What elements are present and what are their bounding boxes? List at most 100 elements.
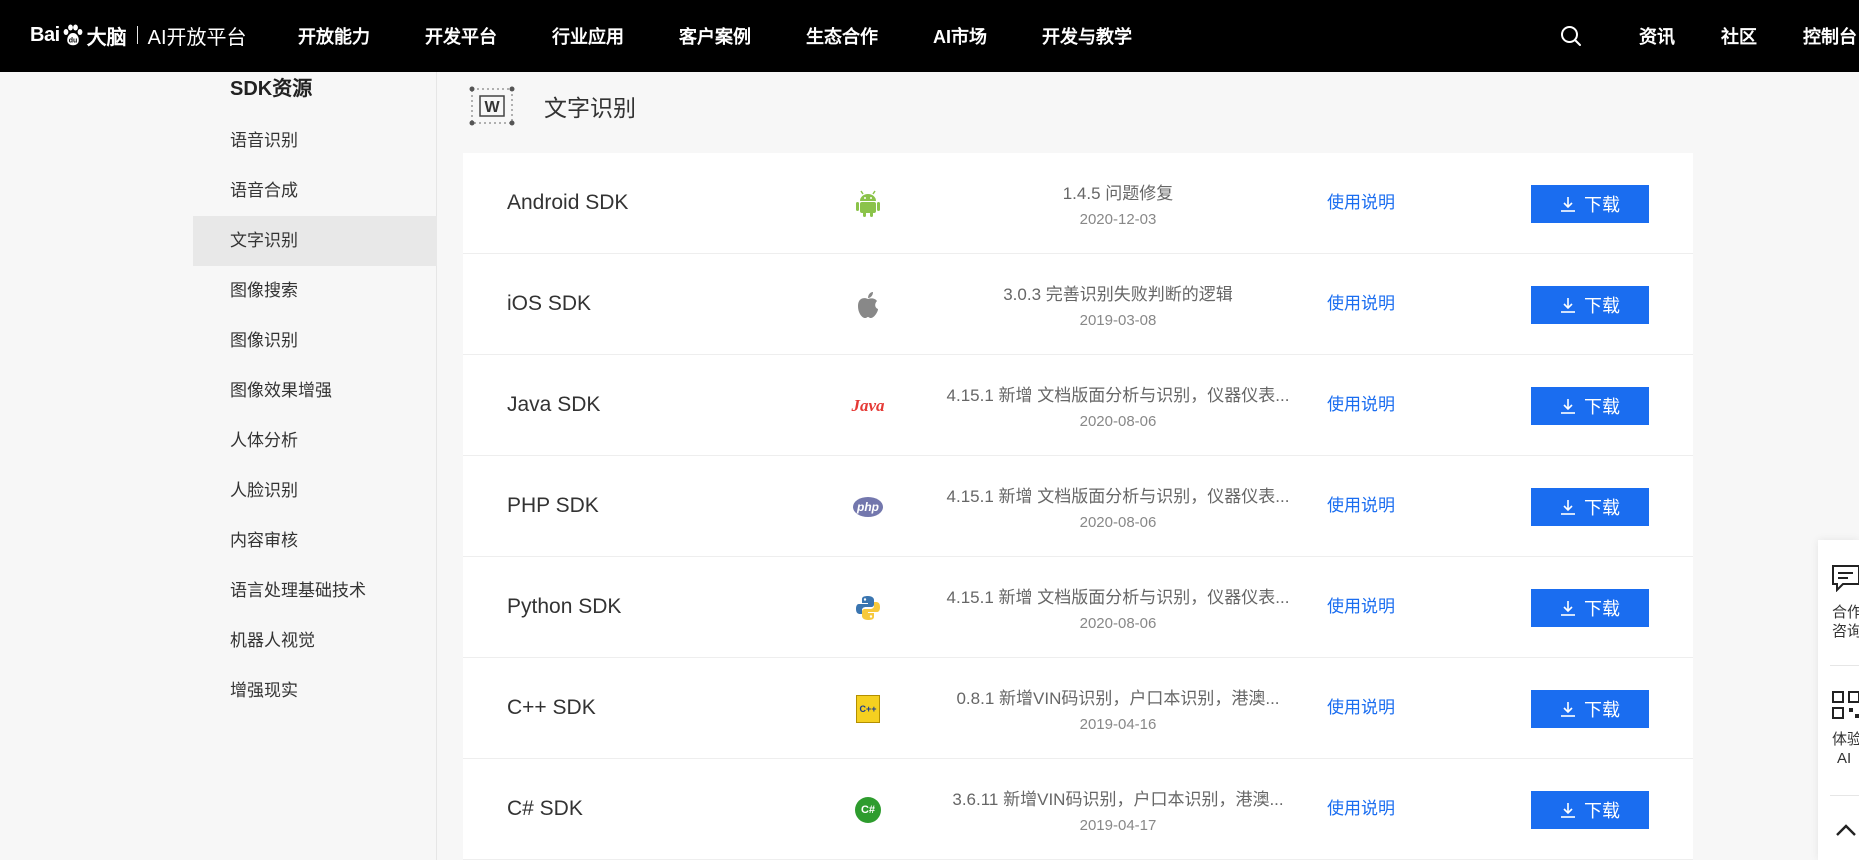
nav-console[interactable]: 控制台 bbox=[1803, 23, 1857, 49]
nav-news[interactable]: 资讯 bbox=[1639, 23, 1675, 49]
sidebar-item-body-analysis[interactable]: 人体分析 bbox=[193, 416, 437, 466]
sdk-version: 4.15.1 新增 文档版面分析与识别，仪器仪表... bbox=[946, 487, 1290, 506]
nav-community[interactable]: 社区 bbox=[1721, 23, 1757, 49]
consult-label-1[interactable]: 合作 bbox=[1832, 603, 1859, 622]
table-row: C++ SDK C++ 0.8.1 新增VIN码识别，户口本识别，港澳... 2… bbox=[463, 658, 1693, 759]
download-label: 下载 bbox=[1584, 296, 1620, 316]
download-icon bbox=[1561, 197, 1575, 212]
top-nav: Bai du 大脑 AI开放平台 开放能力 开发平台 行业应用 客户案例 生态合… bbox=[0, 0, 1859, 72]
table-row: PHP SDK php 4.15.1 新增 文档版面分析与识别，仪器仪表... … bbox=[463, 456, 1693, 557]
download-label: 下载 bbox=[1584, 397, 1620, 417]
nav-ai-market[interactable]: AI市场 bbox=[933, 23, 987, 49]
sdk-date: 2020-08-06 bbox=[1079, 413, 1157, 430]
usage-doc-link[interactable]: 使用说明 bbox=[1327, 254, 1395, 354]
sdk-name: C# SDK bbox=[507, 797, 583, 820]
download-icon bbox=[1561, 702, 1575, 717]
usage-doc-link[interactable]: 使用说明 bbox=[1327, 355, 1395, 455]
cpp-icon-text: C++ bbox=[856, 695, 880, 723]
sdk-table: Android SDK 1.4.5 问题修复 2020-12-03 使用说明 下… bbox=[463, 153, 1693, 860]
sdk-date: 2020-08-06 bbox=[1079, 514, 1157, 531]
download-label: 下载 bbox=[1584, 195, 1620, 215]
sidebar-item-image-recognition[interactable]: 图像识别 bbox=[193, 316, 437, 366]
svg-text:du: du bbox=[68, 38, 77, 45]
float-divider bbox=[1830, 665, 1859, 666]
sdk-date: 2019-04-17 bbox=[1079, 817, 1157, 834]
usage-doc-link[interactable]: 使用说明 bbox=[1327, 153, 1395, 253]
section-title: 文字识别 bbox=[544, 95, 636, 121]
table-row: iOS SDK 3.0.3 完善识别失败判断的逻辑 2019-03-08 使用说… bbox=[463, 254, 1693, 355]
php-icon-text: php bbox=[853, 497, 883, 517]
sidebar-title: SDK资源 bbox=[230, 78, 313, 100]
download-icon bbox=[1561, 399, 1575, 414]
java-icon-text: Java bbox=[851, 396, 885, 415]
sidebar-item-face-recognition[interactable]: 人脸识别 bbox=[193, 466, 437, 516]
sidebar-item-image-search[interactable]: 图像搜索 bbox=[193, 266, 437, 316]
download-icon bbox=[1561, 500, 1575, 515]
download-label: 下载 bbox=[1584, 801, 1620, 821]
sidebar-item-ocr[interactable]: 文字识别 bbox=[193, 216, 437, 266]
sdk-name: Java SDK bbox=[507, 393, 601, 416]
download-label: 下载 bbox=[1584, 599, 1620, 619]
csharp-icon: C# bbox=[853, 795, 883, 825]
qr-code-icon[interactable] bbox=[1831, 690, 1859, 725]
usage-doc-link[interactable]: 使用说明 bbox=[1327, 658, 1395, 758]
download-button[interactable]: 下载 bbox=[1531, 488, 1649, 526]
usage-doc-link[interactable]: 使用说明 bbox=[1327, 557, 1395, 657]
download-button[interactable]: 下载 bbox=[1531, 387, 1649, 425]
nav-open-capability[interactable]: 开放能力 bbox=[298, 23, 370, 49]
floating-toolbar: 合作 咨询 体验 AI bbox=[1818, 540, 1859, 860]
experience-label-1[interactable]: 体验 bbox=[1832, 730, 1859, 749]
chat-icon[interactable] bbox=[1831, 564, 1859, 597]
sidebar-list: 语音识别 语音合成 文字识别 图像搜索 图像识别 图像效果增强 人体分析 人脸识… bbox=[193, 116, 437, 716]
sidebar-item-content-review[interactable]: 内容审核 bbox=[193, 516, 437, 566]
nav-industry-apps[interactable]: 行业应用 bbox=[552, 23, 624, 49]
main-nav: 开放能力 开发平台 行业应用 客户案例 生态合作 AI市场 开发与教学 bbox=[298, 0, 1187, 72]
nav-right: 资讯 社区 控制台 bbox=[1559, 0, 1859, 72]
download-button[interactable]: 下载 bbox=[1531, 690, 1649, 728]
nav-ecosystem[interactable]: 生态合作 bbox=[806, 23, 878, 49]
table-row: C# SDK C# 3.6.11 新增VIN码识别，户口本识别，港澳... 20… bbox=[463, 759, 1693, 860]
download-icon bbox=[1561, 601, 1575, 616]
download-label: 下载 bbox=[1584, 498, 1620, 518]
sdk-version: 3.0.3 完善识别失败判断的逻辑 bbox=[1003, 285, 1233, 304]
download-button[interactable]: 下载 bbox=[1531, 185, 1649, 223]
sidebar-item-ar[interactable]: 增强现实 bbox=[193, 666, 437, 716]
float-divider bbox=[1830, 795, 1859, 796]
download-label: 下载 bbox=[1584, 700, 1620, 720]
sdk-date: 2020-12-03 bbox=[1079, 211, 1157, 228]
sidebar-item-image-enhance[interactable]: 图像效果增强 bbox=[193, 366, 437, 416]
nav-dev-teaching[interactable]: 开发与教学 bbox=[1042, 23, 1132, 49]
cpp-icon: C++ bbox=[853, 694, 883, 724]
table-row: Java SDK Java 4.15.1 新增 文档版面分析与识别，仪器仪表..… bbox=[463, 355, 1693, 456]
nav-customer-cases[interactable]: 客户案例 bbox=[679, 23, 751, 49]
logo-platform-text: AI开放平台 bbox=[147, 26, 247, 49]
table-row: Android SDK 1.4.5 问题修复 2020-12-03 使用说明 下… bbox=[463, 153, 1693, 254]
sidebar-item-speech-synthesis[interactable]: 语音合成 bbox=[193, 166, 437, 216]
search-icon[interactable] bbox=[1559, 24, 1583, 48]
experience-label-2[interactable]: AI bbox=[1837, 749, 1859, 768]
sdk-version: 3.6.11 新增VIN码识别，户口本识别，港澳... bbox=[952, 790, 1284, 809]
sdk-date: 2019-04-16 bbox=[1079, 716, 1157, 733]
download-button[interactable]: 下载 bbox=[1531, 286, 1649, 324]
logo-bai-text: Bai bbox=[30, 23, 60, 46]
usage-doc-link[interactable]: 使用说明 bbox=[1327, 456, 1395, 556]
usage-doc-link[interactable]: 使用说明 bbox=[1327, 759, 1395, 859]
sidebar-item-speech-recognition[interactable]: 语音识别 bbox=[193, 116, 437, 166]
sidebar-item-robot-vision[interactable]: 机器人视觉 bbox=[193, 616, 437, 666]
logo-divider bbox=[136, 26, 138, 44]
text-recognition-icon: W bbox=[466, 86, 518, 126]
baidu-ai-logo[interactable]: Bai du 大脑 AI开放平台 bbox=[30, 18, 247, 52]
sdk-version: 0.8.1 新增VIN码识别，户口本识别，港澳... bbox=[956, 689, 1280, 708]
consult-label-2[interactable]: 咨询 bbox=[1832, 622, 1859, 641]
download-button[interactable]: 下载 bbox=[1531, 589, 1649, 627]
download-icon bbox=[1561, 803, 1575, 818]
download-button[interactable]: 下载 bbox=[1531, 791, 1649, 829]
sdk-name: Android SDK bbox=[507, 191, 629, 214]
sidebar-item-nlp[interactable]: 语言处理基础技术 bbox=[193, 566, 437, 616]
sdk-date: 2020-08-06 bbox=[1079, 615, 1157, 632]
back-to-top-icon[interactable] bbox=[1835, 823, 1857, 842]
nav-dev-platform[interactable]: 开发平台 bbox=[425, 23, 497, 49]
sdk-name: iOS SDK bbox=[507, 292, 592, 315]
paw-icon: du bbox=[61, 23, 85, 47]
section-icon-letter: W bbox=[484, 99, 500, 116]
